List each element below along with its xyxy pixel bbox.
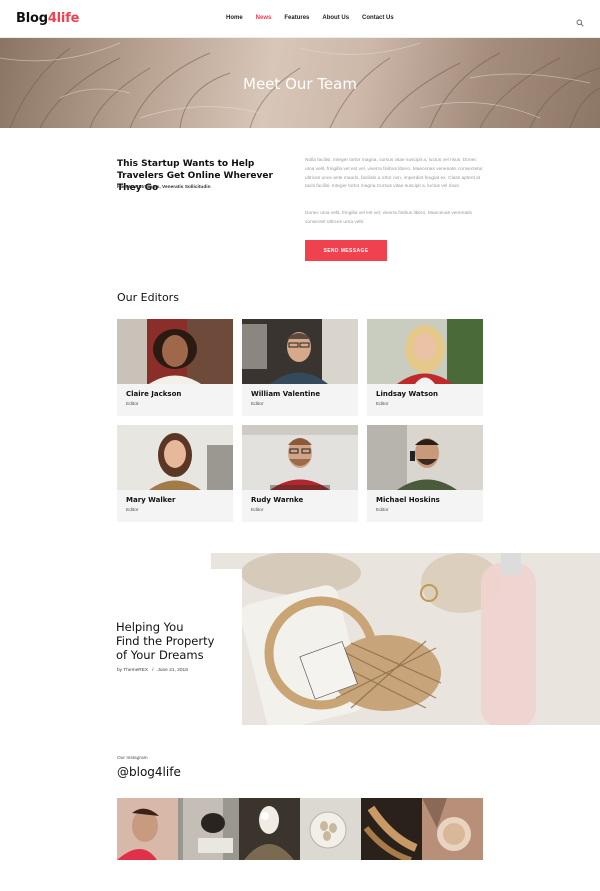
intro-paragraph-1: Nulla facilisi. Integer tortor magna, cu… bbox=[305, 158, 483, 190]
site-logo[interactable]: Blog4life bbox=[16, 11, 79, 26]
editor-card-mary-walker[interactable]: Mary Walker Editor bbox=[117, 425, 233, 522]
editor-card-lindsay-watson[interactable]: Lindsay Watson Editor bbox=[367, 319, 483, 416]
editor-card-rudy-warnke[interactable]: Rudy Warnke Editor bbox=[242, 425, 358, 522]
editor-role: Editor bbox=[376, 402, 389, 407]
editor-photo bbox=[117, 425, 233, 490]
intro-subtitle: Nam Ut Rutrum Ex, Veneratis Sollicitudin bbox=[117, 185, 211, 190]
editor-photo bbox=[117, 319, 233, 384]
instagram-photo-1[interactable] bbox=[117, 798, 178, 860]
nav-home[interactable]: Home bbox=[226, 15, 243, 21]
hero-banner: Meet Our Team bbox=[0, 38, 600, 128]
editor-name: Mary Walker bbox=[126, 496, 176, 504]
feature-image[interactable] bbox=[211, 553, 600, 725]
editor-role: Editor bbox=[126, 508, 139, 513]
feature-author[interactable]: by ThemeREX bbox=[117, 668, 148, 673]
editor-role: Editor bbox=[376, 508, 389, 513]
intro-paragraph-2: Donec uma velit, fringilla vel est vel, … bbox=[305, 211, 472, 225]
feature-title[interactable]: Helping You Find the Property of Your Dr… bbox=[116, 620, 236, 662]
editor-card-william-valentine[interactable]: William Valentine Editor bbox=[242, 319, 358, 416]
editor-name: William Valentine bbox=[251, 390, 321, 398]
feature-date[interactable]: June 21, 2018 bbox=[157, 668, 187, 673]
feature-separator: / bbox=[152, 668, 154, 673]
editor-name: Claire Jackson bbox=[126, 390, 182, 398]
editor-role: Editor bbox=[251, 402, 264, 407]
editor-role: Editor bbox=[126, 402, 139, 407]
editor-photo bbox=[242, 319, 358, 384]
instagram-photo-6[interactable] bbox=[422, 798, 483, 860]
instagram-handle[interactable]: @blog4life bbox=[117, 765, 181, 779]
nav-news[interactable]: News bbox=[256, 15, 272, 21]
instagram-photo-2[interactable] bbox=[178, 798, 239, 860]
feature-meta: by ThemeREX / June 21, 2018 bbox=[117, 668, 188, 673]
nav-about-us[interactable]: About Us bbox=[322, 15, 349, 21]
editor-card-claire-jackson[interactable]: Claire Jackson Editor bbox=[117, 319, 233, 416]
editor-role: Editor bbox=[251, 508, 264, 513]
nav-contact-us[interactable]: Contact Us bbox=[362, 15, 394, 21]
main-nav: Home News Features About Us Contact Us bbox=[226, 15, 394, 21]
editor-name: Rudy Warnke bbox=[251, 496, 304, 504]
search-icon[interactable] bbox=[576, 14, 584, 27]
instagram-photo-5[interactable] bbox=[361, 798, 422, 860]
editor-card-michael-hoskins[interactable]: Michael Hoskins Editor bbox=[367, 425, 483, 522]
nav-features[interactable]: Features bbox=[284, 15, 309, 21]
editor-name: Lindsay Watson bbox=[376, 390, 439, 398]
instagram-label: Our Instagram bbox=[117, 756, 148, 761]
editor-name: Michael Hoskins bbox=[376, 496, 440, 504]
hero-title: Meet Our Team bbox=[243, 75, 357, 93]
editor-photo bbox=[367, 319, 483, 384]
editor-photo bbox=[367, 425, 483, 490]
instagram-photo-3[interactable] bbox=[239, 798, 300, 860]
editors-title: Our Editors bbox=[117, 291, 179, 304]
instagram-photo-4[interactable] bbox=[300, 798, 361, 860]
site-header: Blog4life Home News Features About Us Co… bbox=[0, 0, 600, 38]
editor-photo bbox=[242, 425, 358, 490]
instagram-gallery bbox=[117, 798, 483, 860]
send-message-button[interactable]: SEND MESSAGE bbox=[305, 240, 387, 261]
